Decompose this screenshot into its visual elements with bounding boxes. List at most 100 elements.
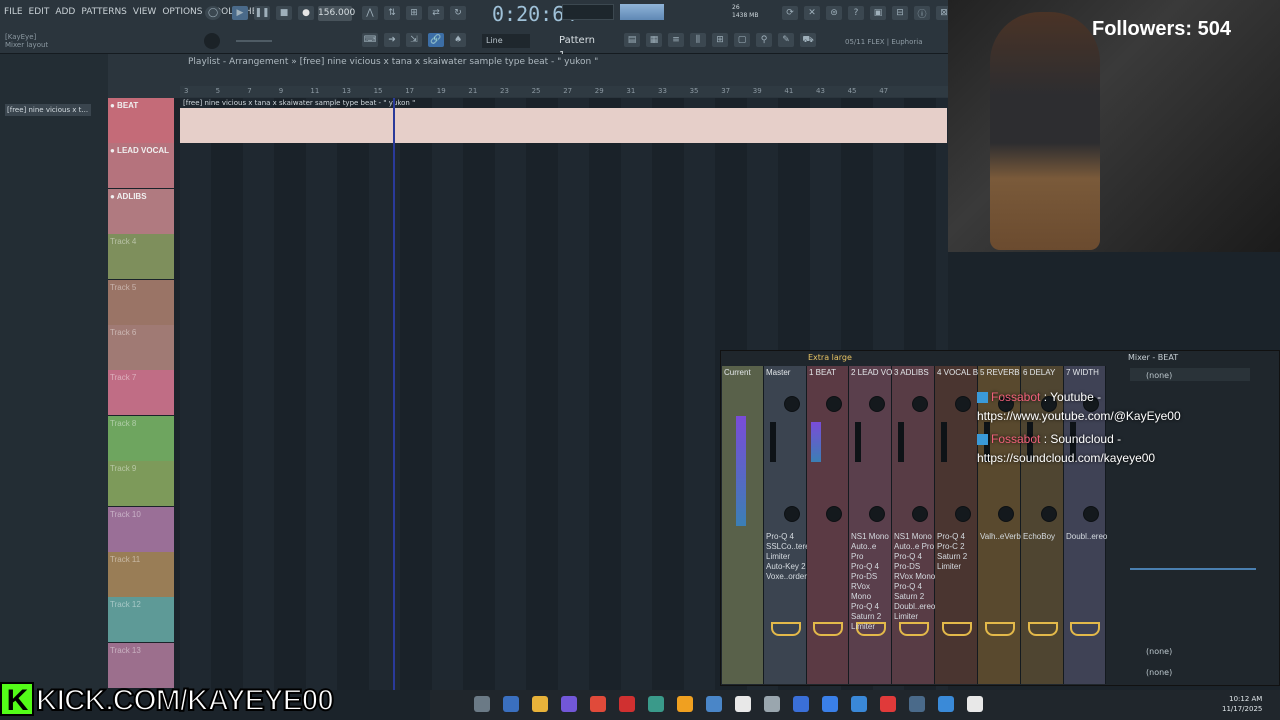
chat-link[interactable]: https://www.youtube.com/@KayEye00 bbox=[977, 409, 1181, 423]
route-button[interactable] bbox=[898, 622, 929, 636]
fx-slot[interactable]: NS1 Mono bbox=[851, 532, 891, 542]
route-button[interactable] bbox=[770, 622, 801, 636]
fx-slot[interactable]: EchoBoy bbox=[1023, 532, 1055, 542]
taskbar-app-icon[interactable] bbox=[619, 696, 635, 712]
browser-icon[interactable]: ⊞ bbox=[712, 33, 728, 47]
track-header[interactable]: Track 4 bbox=[108, 234, 174, 280]
taskbar-app-icon[interactable] bbox=[967, 696, 983, 712]
info-icon[interactable]: ⓘ bbox=[914, 6, 930, 20]
track-header[interactable]: Track 5 bbox=[108, 279, 174, 325]
mixer-strip[interactable]: 4 VOCAL BUS Pro-Q 4 Pro-C 2 Saturn 2 Limiter bbox=[935, 366, 989, 684]
menu-patterns[interactable]: PATTERNS bbox=[81, 7, 127, 17]
volume-fader[interactable] bbox=[941, 422, 947, 462]
fx-slot[interactable]: Limiter bbox=[937, 562, 967, 572]
fx-slot[interactable]: Pro-Q 4 bbox=[894, 552, 935, 562]
volume-fader[interactable] bbox=[770, 422, 776, 462]
playlist-icon[interactable]: ▤ bbox=[624, 33, 640, 47]
taskbar-app-icon[interactable] bbox=[909, 696, 925, 712]
arrow-icon[interactable]: ➜ bbox=[384, 33, 400, 47]
route-button[interactable] bbox=[1070, 622, 1100, 636]
clip-icon[interactable]: ⇲ bbox=[406, 33, 422, 47]
track-header[interactable]: Track 11 bbox=[108, 552, 174, 597]
mixer-strip[interactable]: 3 ADLIBS NS1 Mono Auto..e Pro Pro-Q 4 Pro-DS… bbox=[892, 366, 935, 684]
news-icon[interactable]: ⊜ bbox=[826, 6, 842, 20]
browser-item[interactable]: [free] nine vicious x t... bbox=[5, 104, 91, 116]
mixer-size-select[interactable]: Extra large bbox=[808, 353, 852, 362]
send-slider[interactable] bbox=[1130, 568, 1256, 570]
mixer-strip[interactable]: 2 LEAD VOCAL NS1 Mono Auto..e Pro Pro-Q 4 Pr… bbox=[849, 366, 908, 684]
pan-knob[interactable] bbox=[911, 396, 928, 412]
menu-edit[interactable]: EDIT bbox=[29, 7, 50, 17]
menu-options[interactable]: OPTIONS bbox=[162, 7, 202, 17]
menu-view[interactable]: VIEW bbox=[133, 7, 156, 17]
stereo-knob[interactable] bbox=[911, 506, 928, 522]
taskbar-app-icon[interactable] bbox=[880, 696, 896, 712]
snap-select[interactable]: Line bbox=[482, 34, 530, 48]
stereo-knob[interactable] bbox=[1083, 506, 1099, 522]
volume-fader[interactable] bbox=[898, 422, 904, 462]
fx-slot-none[interactable]: (none) bbox=[1146, 371, 1172, 380]
fx-slot-none-2[interactable]: (none) bbox=[1146, 647, 1172, 656]
track-header[interactable]: Track 6 bbox=[108, 325, 174, 370]
volume-fader[interactable] bbox=[855, 422, 861, 462]
taskbar-app-icon[interactable] bbox=[938, 696, 954, 712]
fx-slot[interactable]: Limiter bbox=[851, 622, 891, 632]
stereo-knob[interactable] bbox=[826, 506, 842, 522]
chat-link[interactable]: https://soundcloud.com/kayeye00 bbox=[977, 451, 1155, 465]
fx-slot[interactable]: Doubl..ereo bbox=[1066, 532, 1107, 542]
track-header[interactable]: Track 7 bbox=[108, 370, 174, 416]
taskbar-app-icon[interactable] bbox=[561, 696, 577, 712]
mixer-strip[interactable]: Current bbox=[722, 366, 764, 684]
fx-slot[interactable]: Pro-DS bbox=[894, 562, 935, 572]
taskbar-app-icon[interactable] bbox=[474, 696, 490, 712]
fx-slot[interactable]: Valh..eVerb bbox=[980, 532, 1021, 542]
fx-slot[interactable]: Doubl..ereo bbox=[894, 602, 935, 612]
pan-knob[interactable] bbox=[868, 396, 885, 412]
fx-slot[interactable]: Auto..e Pro bbox=[894, 542, 935, 552]
brush-icon[interactable]: ✎ bbox=[778, 33, 794, 47]
refresh-icon[interactable]: ⟳ bbox=[782, 6, 798, 20]
stamp-icon[interactable]: ♠ bbox=[450, 33, 466, 47]
cart-icon[interactable]: ⛟ bbox=[800, 33, 816, 47]
save-icon[interactable]: ▣ bbox=[870, 6, 886, 20]
record-button[interactable]: ● bbox=[298, 6, 314, 20]
fx-slot[interactable]: Pro-Q 4 bbox=[894, 582, 935, 592]
fx-slot[interactable]: RVox Mono bbox=[851, 582, 891, 602]
track-header[interactable]: ● LEAD VOCAL bbox=[108, 143, 174, 189]
mixer-strip[interactable]: Master Pro-Q 4 SSLCo..tereo Limiter Auto-Key… bbox=[764, 366, 814, 684]
fx-slot[interactable]: Pro-C 2 bbox=[937, 542, 967, 552]
route-button[interactable] bbox=[984, 622, 1015, 636]
tempo-display[interactable]: 156.000 bbox=[318, 6, 355, 21]
track-header[interactable]: Track 9 bbox=[108, 461, 174, 507]
taskbar-app-icon[interactable] bbox=[706, 696, 722, 712]
stereo-knob[interactable] bbox=[997, 506, 1014, 522]
track-header[interactable]: ● BEAT bbox=[108, 98, 174, 143]
taskbar-app-icon[interactable] bbox=[793, 696, 809, 712]
countdown-icon[interactable]: ⊞ bbox=[406, 6, 422, 20]
pattern-select[interactable]: Pattern 1 bbox=[559, 33, 601, 61]
taskbar-app-icon[interactable] bbox=[735, 696, 751, 712]
fx-slot[interactable]: Pro-DS bbox=[851, 572, 891, 582]
stereo-knob[interactable] bbox=[868, 506, 885, 522]
fx-slot[interactable]: Saturn 2 bbox=[851, 612, 891, 622]
flex-preset[interactable]: 05/11 FLEX | Euphoria bbox=[845, 38, 923, 46]
stereo-knob[interactable] bbox=[1040, 506, 1057, 522]
menu-file[interactable]: FILE bbox=[4, 7, 23, 17]
track-header[interactable]: Track 10 bbox=[108, 506, 174, 552]
plugin-db-icon[interactable]: ⚲ bbox=[756, 33, 772, 47]
pan-knob[interactable] bbox=[826, 396, 842, 412]
taskbar-app-icon[interactable] bbox=[764, 696, 780, 712]
fx-slot[interactable]: Limiter bbox=[894, 612, 935, 622]
piano-roll-icon[interactable]: ▦ bbox=[646, 33, 662, 47]
fx-slot[interactable]: Auto..e Pro bbox=[851, 542, 891, 562]
menu-add[interactable]: ADD bbox=[55, 7, 75, 17]
channel-rack-icon[interactable]: ≡ bbox=[668, 33, 684, 47]
track-header[interactable]: Track 12 bbox=[108, 597, 174, 643]
stop-button[interactable]: ■ bbox=[276, 6, 292, 20]
plugin-icon[interactable]: ⊟ bbox=[892, 6, 908, 20]
taskbar-app-icon[interactable] bbox=[851, 696, 867, 712]
pan-knob[interactable] bbox=[954, 396, 971, 412]
fx-slot-none-3[interactable]: (none) bbox=[1146, 668, 1172, 677]
master-pitch-slider[interactable] bbox=[236, 40, 272, 42]
blend-recording-icon[interactable]: ⇄ bbox=[428, 6, 444, 20]
